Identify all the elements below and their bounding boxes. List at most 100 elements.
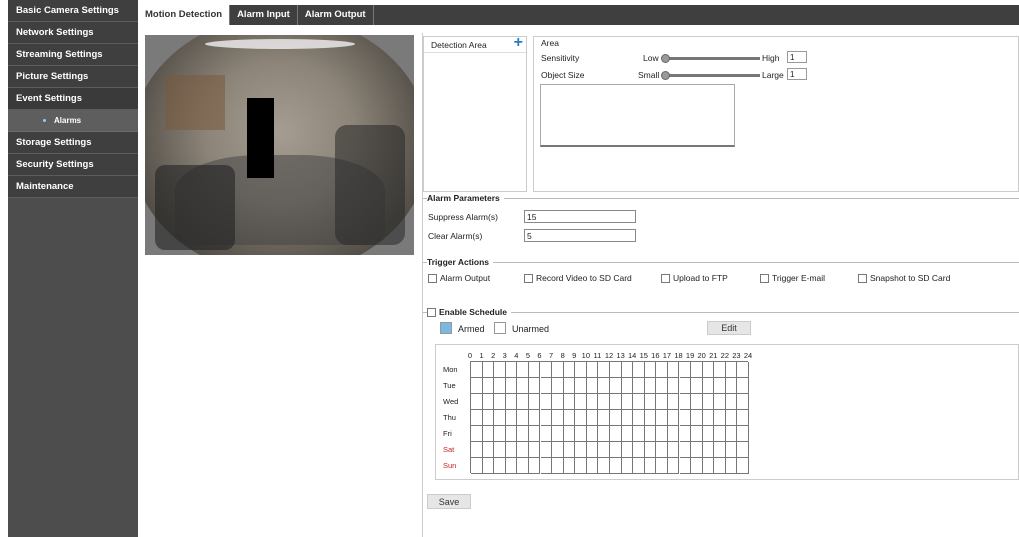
armed-swatch[interactable] xyxy=(440,322,452,334)
schedule-cell[interactable] xyxy=(505,442,518,458)
schedule-cell[interactable] xyxy=(598,362,610,378)
schedule-cell[interactable] xyxy=(598,458,610,474)
schedule-cell[interactable] xyxy=(482,362,495,378)
schedule-cell[interactable] xyxy=(540,426,553,442)
schedule-cell[interactable] xyxy=(563,394,576,410)
sidebar-item-basic-camera-settings[interactable]: Basic Camera Settings xyxy=(8,0,138,22)
schedule-cell[interactable] xyxy=(725,442,738,458)
tab-alarm-output[interactable]: Alarm Output xyxy=(298,5,374,25)
snapshot-sd-checkbox[interactable]: Snapshot to SD Card xyxy=(858,273,950,283)
schedule-cell[interactable] xyxy=(714,410,726,426)
schedule-cell[interactable] xyxy=(633,442,645,458)
schedule-cell[interactable] xyxy=(505,394,518,410)
schedule-cell[interactable] xyxy=(482,458,495,474)
schedule-cell[interactable] xyxy=(679,378,692,394)
schedule-cell[interactable] xyxy=(621,442,634,458)
schedule-cell[interactable] xyxy=(621,378,634,394)
schedule-cell[interactable] xyxy=(540,378,553,394)
schedule-cell[interactable] xyxy=(633,410,645,426)
schedule-cell[interactable] xyxy=(737,378,749,394)
schedule-cell[interactable] xyxy=(702,426,715,442)
schedule-cell[interactable] xyxy=(528,378,541,394)
schedule-cell[interactable] xyxy=(691,458,703,474)
schedule-cell[interactable] xyxy=(517,458,529,474)
sidebar-item-security-settings[interactable]: Security Settings xyxy=(8,154,138,176)
schedule-cell[interactable] xyxy=(714,426,726,442)
schedule-cell[interactable] xyxy=(586,458,599,474)
schedule-cell[interactable] xyxy=(737,410,749,426)
checkbox-box[interactable] xyxy=(427,307,436,317)
upload-ftp-checkbox[interactable]: Upload to FTP xyxy=(661,273,728,283)
clear-alarm-input[interactable]: 5 xyxy=(524,229,636,242)
schedule-cell[interactable] xyxy=(702,394,715,410)
schedule-cell[interactable] xyxy=(714,362,726,378)
schedule-cell[interactable] xyxy=(610,378,622,394)
schedule-cell[interactable] xyxy=(575,362,587,378)
schedule-cell[interactable] xyxy=(667,410,680,426)
schedule-cell[interactable] xyxy=(679,442,692,458)
schedule-cell[interactable] xyxy=(528,442,541,458)
schedule-cell[interactable] xyxy=(540,442,553,458)
schedule-cell[interactable] xyxy=(598,394,610,410)
schedule-cell[interactable] xyxy=(552,426,564,442)
schedule-cell[interactable] xyxy=(679,458,692,474)
schedule-cell[interactable] xyxy=(575,394,587,410)
trigger-email-checkbox[interactable]: Trigger E-mail xyxy=(760,273,825,283)
schedule-cell[interactable] xyxy=(563,458,576,474)
schedule-cell[interactable] xyxy=(517,378,529,394)
schedule-cell[interactable] xyxy=(471,442,483,458)
schedule-cell[interactable] xyxy=(702,410,715,426)
sidebar-item-maintenance[interactable]: Maintenance xyxy=(8,176,138,198)
schedule-cell[interactable] xyxy=(586,362,599,378)
schedule-cell[interactable] xyxy=(667,378,680,394)
object-size-slider[interactable] xyxy=(661,71,760,80)
tab-alarm-input[interactable]: Alarm Input xyxy=(230,5,298,25)
schedule-cell[interactable] xyxy=(737,442,749,458)
schedule-cell[interactable] xyxy=(494,410,506,426)
camera-preview[interactable] xyxy=(145,35,414,255)
schedule-cell[interactable] xyxy=(691,378,703,394)
save-button[interactable]: Save xyxy=(427,494,471,509)
schedule-cell[interactable] xyxy=(610,458,622,474)
schedule-cell[interactable] xyxy=(482,378,495,394)
schedule-cell[interactable] xyxy=(725,410,738,426)
schedule-cell[interactable] xyxy=(471,410,483,426)
checkbox-box[interactable] xyxy=(661,273,670,283)
schedule-cell[interactable] xyxy=(494,442,506,458)
schedule-cell[interactable] xyxy=(563,410,576,426)
schedule-cell[interactable] xyxy=(667,442,680,458)
schedule-cell[interactable] xyxy=(528,394,541,410)
schedule-cell[interactable] xyxy=(552,362,564,378)
schedule-cell[interactable] xyxy=(563,378,576,394)
schedule-cell[interactable] xyxy=(610,394,622,410)
schedule-cell[interactable] xyxy=(598,426,610,442)
schedule-cell[interactable] xyxy=(621,410,634,426)
suppress-alarm-input[interactable]: 15 xyxy=(524,210,636,223)
schedule-cell[interactable] xyxy=(691,394,703,410)
schedule-cell[interactable] xyxy=(656,378,668,394)
sidebar-item-event-settings[interactable]: Event Settings xyxy=(8,88,138,110)
schedule-cell[interactable] xyxy=(610,410,622,426)
schedule-cell[interactable] xyxy=(644,378,657,394)
schedule-cell[interactable] xyxy=(702,442,715,458)
schedule-cell[interactable] xyxy=(552,442,564,458)
schedule-cell[interactable] xyxy=(725,426,738,442)
checkbox-box[interactable] xyxy=(524,273,533,283)
schedule-cell[interactable] xyxy=(679,426,692,442)
enable-schedule-checkbox[interactable]: Enable Schedule xyxy=(427,307,512,317)
schedule-cell[interactable] xyxy=(598,378,610,394)
schedule-cell[interactable] xyxy=(725,362,738,378)
schedule-cell[interactable] xyxy=(725,394,738,410)
schedule-cell[interactable] xyxy=(621,362,634,378)
schedule-cell[interactable] xyxy=(633,394,645,410)
schedule-cell[interactable] xyxy=(575,378,587,394)
schedule-cell[interactable] xyxy=(644,458,657,474)
schedule-cell[interactable] xyxy=(563,426,576,442)
schedule-cell[interactable] xyxy=(610,426,622,442)
schedule-cell[interactable] xyxy=(471,458,483,474)
schedule-cell[interactable] xyxy=(586,442,599,458)
schedule-cell[interactable] xyxy=(714,442,726,458)
schedule-cell[interactable] xyxy=(586,410,599,426)
schedule-cell[interactable] xyxy=(656,442,668,458)
schedule-cell[interactable] xyxy=(575,458,587,474)
